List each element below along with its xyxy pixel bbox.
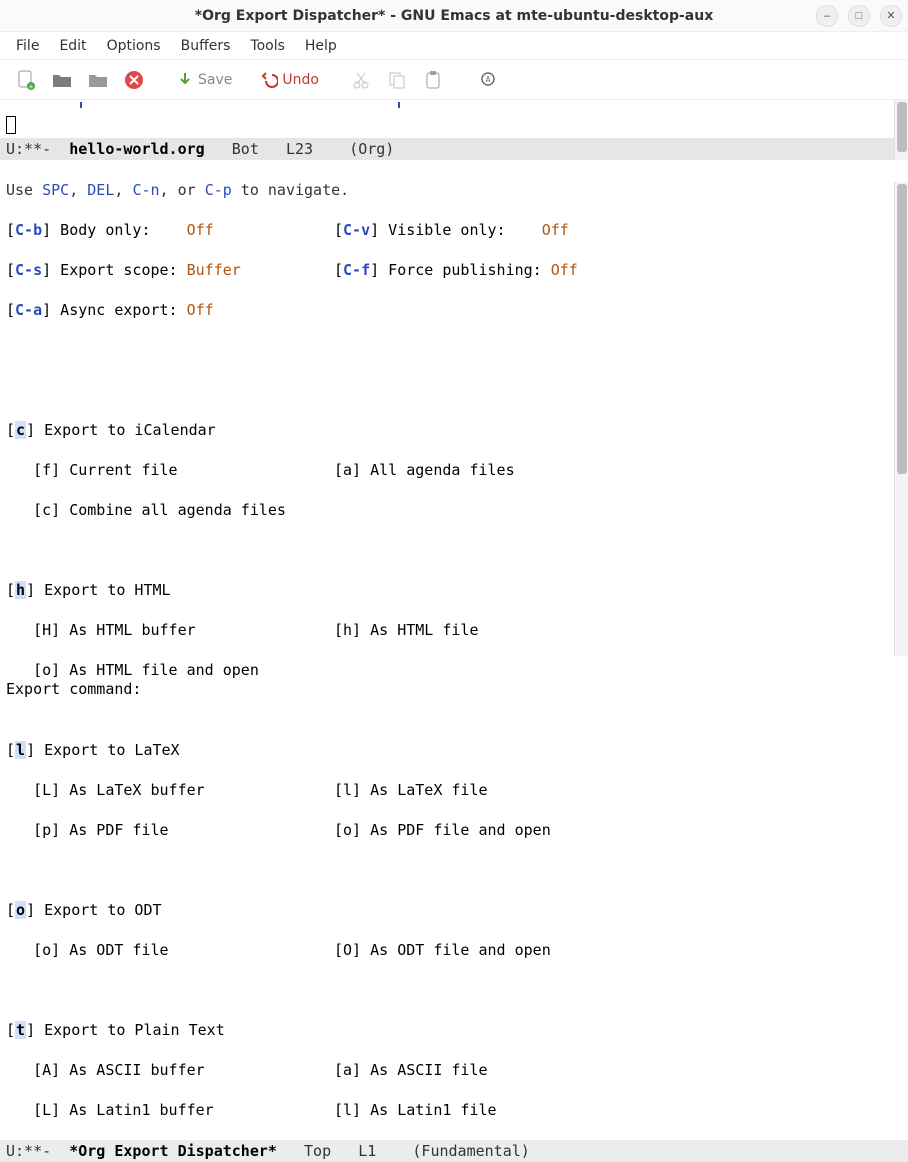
svg-text:A: A [486, 75, 491, 84]
menu-help[interactable]: Help [297, 36, 345, 56]
text-latin1-file[interactable]: [l] As Latin1 file [334, 1100, 497, 1120]
html-open[interactable]: [o] As HTML file and open [6, 660, 902, 680]
window-title: *Org Export Dispatcher* - GNU Emacs at m… [195, 8, 713, 24]
minibuffer[interactable]: Export command: [0, 678, 908, 700]
modeline-filename: *Org Export Dispatcher* [69, 1142, 277, 1160]
text-ascii-buffer[interactable]: [A] As ASCII buffer[a] As ASCII file [6, 1060, 902, 1080]
minibuffer-prompt: Export command: [6, 680, 141, 698]
ical-combine[interactable]: [c] Combine all agenda files [6, 500, 902, 520]
opt-body-only[interactable]: [C-b] Body only: Off[C-v] Visible only: … [6, 220, 902, 240]
section-odt[interactable]: [o] Export to ODT [6, 900, 902, 920]
html-file[interactable]: [h] As HTML file [334, 620, 479, 640]
menu-tools[interactable]: Tools [242, 36, 293, 56]
close-button[interactable]: ✕ [880, 5, 902, 27]
menu-file[interactable]: File [8, 36, 47, 56]
tab-indicator [398, 102, 400, 108]
undo-button[interactable]: Undo [260, 71, 319, 89]
minimize-button[interactable]: – [816, 5, 838, 27]
modeline-filename: hello-world.org [69, 140, 204, 158]
section-plaintext[interactable]: [t] Export to Plain Text [6, 1020, 902, 1040]
toolbar: + Save Undo A [0, 60, 908, 100]
modeline-prefix: U:**- [6, 1142, 69, 1160]
copy-icon[interactable] [383, 66, 411, 94]
opt-async-export[interactable]: [C-a] Async export: Off [6, 300, 902, 320]
scrollbar-upper[interactable] [894, 100, 908, 160]
latex-file[interactable]: [l] As LaTeX file [334, 780, 488, 800]
folder-icon[interactable] [84, 66, 112, 94]
menubar: File Edit Options Buffers Tools Help [0, 32, 908, 60]
modeline-position: Top L1 [277, 1142, 412, 1160]
paste-icon[interactable] [419, 66, 447, 94]
cut-icon[interactable] [347, 66, 375, 94]
latex-pdf[interactable]: [p] As PDF file[o] As PDF file and open [6, 820, 902, 840]
section-icalendar[interactable]: [c] Export to iCalendar [6, 420, 902, 440]
odt-file[interactable]: [o] As ODT file[O] As ODT file and open [6, 940, 902, 960]
open-folder-icon[interactable] [48, 66, 76, 94]
modeline-mode: (Fundamental) [412, 1142, 529, 1160]
maximize-button[interactable]: □ [848, 5, 870, 27]
text-ascii-file[interactable]: [a] As ASCII file [334, 1060, 488, 1080]
save-button[interactable]: Save [176, 71, 232, 89]
nav-hint: Use SPC, DEL, C-n, or C-p to navigate. [6, 180, 902, 200]
text-cursor [6, 116, 16, 134]
search-icon[interactable]: A [475, 66, 503, 94]
modeline-upper[interactable]: U:**- hello-world.org Bot L23 (Org) [0, 138, 908, 160]
menu-options[interactable]: Options [99, 36, 169, 56]
text-latin1-buffer[interactable]: [L] As Latin1 buffer[l] As Latin1 file [6, 1100, 902, 1120]
undo-label: Undo [282, 72, 319, 88]
scrollbar-thumb[interactable] [897, 102, 907, 152]
odt-file-open[interactable]: [O] As ODT file and open [334, 940, 551, 960]
latex-buffer[interactable]: [L] As LaTeX buffer[l] As LaTeX file [6, 780, 902, 800]
window-controls: – □ ✕ [816, 5, 902, 27]
menu-edit[interactable]: Edit [51, 36, 94, 56]
new-file-icon[interactable]: + [12, 66, 40, 94]
latex-pdf-open[interactable]: [o] As PDF file and open [334, 820, 551, 840]
modeline-lower[interactable]: U:**- *Org Export Dispatcher* Top L1 (Fu… [0, 1140, 908, 1162]
svg-text:+: + [29, 83, 33, 91]
modeline-prefix: U:**- [6, 140, 69, 158]
ical-all-agenda[interactable]: [a] All agenda files [334, 460, 515, 480]
dispatcher-body[interactable]: Use SPC, DEL, C-n, or C-p to navigate. [… [0, 160, 908, 1140]
section-html[interactable]: [h] Export to HTML [6, 580, 902, 600]
close-file-icon[interactable] [120, 66, 148, 94]
save-label: Save [198, 72, 232, 88]
modeline-mode: (Org) [349, 140, 394, 158]
modeline-position: Bot L23 [205, 140, 350, 158]
html-buffer[interactable]: [H] As HTML buffer[h] As HTML file [6, 620, 902, 640]
upper-buffer-area[interactable] [0, 100, 908, 138]
tab-indicator [80, 102, 82, 108]
ical-current-file[interactable]: [f] Current file[a] All agenda files [6, 460, 902, 480]
section-latex[interactable]: [l] Export to LaTeX [6, 740, 902, 760]
menu-buffers[interactable]: Buffers [173, 36, 239, 56]
opt-export-scope[interactable]: [C-s] Export scope: Buffer[C-f] Force pu… [6, 260, 902, 280]
titlebar: *Org Export Dispatcher* - GNU Emacs at m… [0, 0, 908, 32]
